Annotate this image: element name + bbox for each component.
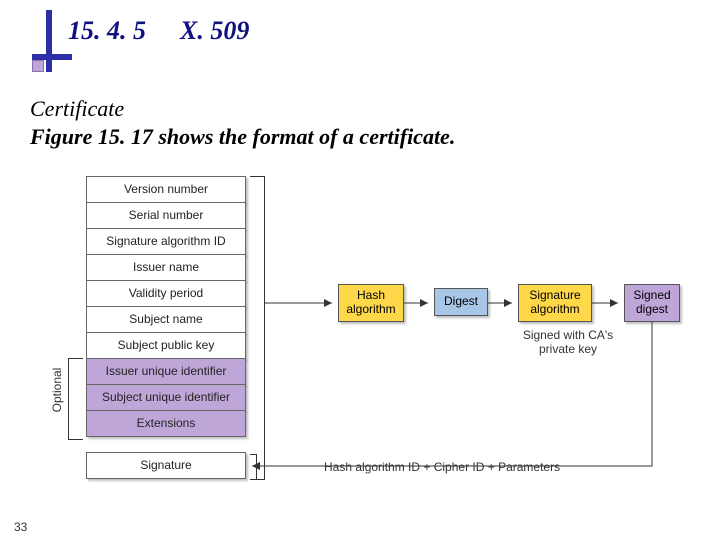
section-title: X. 509: [180, 16, 249, 46]
title-accent-vertical: [46, 10, 52, 72]
diagram-arrows: [30, 176, 690, 506]
certificate-diagram: Optional Version number Serial number Si…: [30, 176, 690, 506]
body-text: Figure 15. 17 shows the format of a cert…: [30, 124, 455, 150]
section-number: 15. 4. 5: [68, 16, 146, 46]
title-accent-square: [32, 60, 44, 72]
slide: 15. 4. 5 X. 509 Certificate Figure 15. 1…: [0, 0, 720, 540]
page-number: 33: [14, 520, 27, 534]
body-subtitle: Certificate: [30, 96, 124, 122]
